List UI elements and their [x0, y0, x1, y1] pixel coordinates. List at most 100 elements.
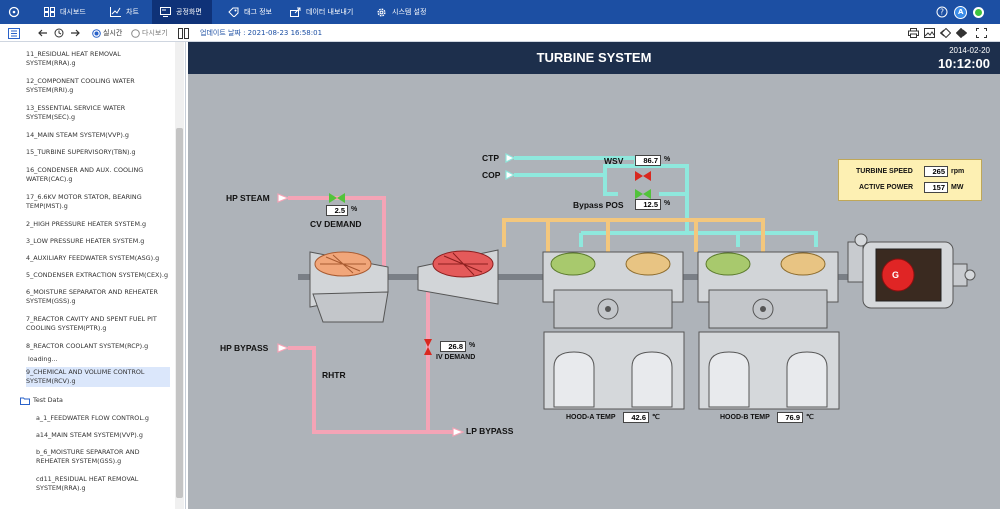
hp-steam-arrow-icon [277, 193, 290, 203]
tree-item[interactable]: 11_RESIDUAL HEAT REMOVAL SYSTEM(RRA).g [26, 50, 170, 68]
cv-valve-icon [329, 193, 345, 203]
hood-b-unit: ℃ [806, 414, 814, 421]
tree-item[interactable]: 3_LOW PRESSURE HEATER SYSTEM.g [26, 237, 170, 246]
tree-item[interactable]: 13_ESSENTIAL SERVICE WATER SYSTEM(SEC).g [26, 104, 170, 122]
bypass-pos-label: Bypass POS [573, 200, 624, 210]
tree-item[interactable]: 2_HIGH PRESSURE HEATER SYSTEM.g [26, 220, 170, 229]
tree-item[interactable]: a_1_FEEDWATER FLOW CONTROL.g [36, 414, 170, 423]
tree-item[interactable]: 12_COMPONENT COOLING WATER SYSTEM(RRI).g [26, 77, 170, 95]
turbine-speed-label: TURBINE SPEED [856, 168, 913, 175]
rhtr-label: RHTR [322, 370, 346, 380]
tree-item[interactable]: 15_TURBINE SUPERVISORY(TBN).g [26, 148, 170, 157]
hp-turbine [309, 251, 389, 323]
tag-icon [228, 7, 239, 17]
fullscreen-icon[interactable] [976, 24, 987, 42]
user-initial: A [958, 8, 964, 16]
ctp-arrow-icon [505, 153, 516, 163]
lp-turbine-b [697, 251, 840, 410]
nav-tag-info-label: 태그 정보 [244, 8, 272, 16]
hp-bypass-label: HP BYPASS [220, 343, 269, 353]
hp-bypass-arrow-icon [277, 343, 290, 353]
cop-arrow-icon [505, 170, 516, 180]
nav-chart[interactable]: 차트 [110, 0, 139, 24]
bypass-pos-unit: % [664, 200, 671, 207]
tree-item[interactable]: 17_6.6KV MOTOR STATOR, BEARING TEMP(MST)… [26, 193, 170, 211]
history-icon[interactable] [54, 24, 64, 42]
hood-a-label: HOOD-A TEMP [566, 414, 616, 421]
nav-data-export[interactable]: 데이터 내보내기 [290, 0, 353, 24]
generator-label: G [892, 270, 900, 280]
sidebar-scrollbar-thumb[interactable] [176, 128, 183, 498]
tree-item[interactable]: a14_MAIN STEAM SYSTEM(VVP).g [36, 431, 170, 440]
replay-label: 다시보기 [142, 29, 168, 37]
status-indicator-icon [972, 0, 990, 24]
realtime-radio[interactable]: 실시간 [92, 24, 122, 42]
turbine-status-panel [838, 159, 982, 201]
split-view-icon[interactable] [178, 24, 189, 42]
cv-demand-label: CV DEMAND [310, 219, 362, 229]
active-power-unit: MW [951, 184, 964, 191]
lp-turbine-a [542, 251, 685, 410]
generator [847, 233, 976, 309]
screen-icon [160, 7, 171, 17]
export-icon [290, 7, 301, 17]
cv-demand-unit: % [351, 206, 358, 213]
tree-item[interactable]: 14_MAIN STEAM SYSTEM(VVP).g [26, 131, 170, 140]
wsv-label: WSV [604, 156, 624, 166]
forward-arrow-icon[interactable] [70, 24, 80, 42]
nav-data-export-label: 데이터 내보내기 [306, 8, 354, 16]
folder-icon [20, 397, 30, 405]
iv-demand-label: IV DEMAND [436, 354, 476, 361]
nav-system-settings[interactable]: 시스템 설정 [376, 0, 426, 24]
extraction-pipes [502, 218, 765, 252]
image-icon[interactable] [924, 24, 935, 42]
iv-valve-icon [424, 339, 432, 355]
bypass-pos-value: 12.5 [635, 199, 661, 210]
wsv-value: 86.7 [635, 155, 661, 166]
nav-process-screen[interactable]: 공정화면 [152, 0, 212, 24]
tree-item[interactable]: 6_MOISTURE SEPARATOR AND REHEATER SYSTEM… [26, 288, 170, 306]
tree-folder-test-data[interactable]: Test Data [20, 396, 164, 405]
folder-label: Test Data [33, 396, 63, 404]
nav-dashboard-label: 대시보드 [60, 8, 86, 16]
nav-dashboard[interactable]: 대시보드 [44, 0, 86, 24]
lp-bypass-arrow-icon [452, 427, 465, 437]
hood-b-label: HOOD-B TEMP [720, 414, 770, 421]
svg-text:?: ? [940, 8, 944, 17]
hood-a-unit: ℃ [652, 414, 660, 421]
tree-item[interactable]: 7_REACTOR CAVITY AND SPENT FUEL PIT COOL… [26, 315, 170, 333]
back-arrow-icon[interactable] [38, 24, 48, 42]
tree-item[interactable]: cd11_RESIDUAL HEAT REMOVAL SYSTEM(RRA).g [36, 475, 170, 493]
loading-indicator: loading... [28, 355, 58, 363]
update-time: 업데이트 날짜 : 2021-08-23 16:58:01 [200, 29, 323, 37]
tree-item[interactable]: b_6_MOISTURE SEPARATOR AND REHEATER SYST… [36, 448, 170, 466]
tree-item[interactable]: 4_AUXILIARY FEEDWATER SYSTEM(ASG).g [26, 254, 170, 263]
file-tree-sidebar: 11_RESIDUAL HEAT REMOVAL SYSTEM(RRA).g 1… [0, 42, 186, 509]
layers-back-icon[interactable] [940, 24, 951, 42]
tree-item[interactable]: 8_REACTOR COOLANT SYSTEM(RCP).g [26, 342, 170, 351]
grid-icon [44, 7, 55, 17]
iv-demand-value: 26.8 [440, 341, 466, 352]
layers-forward-icon[interactable] [956, 24, 967, 42]
process-diagram: TURBINE SYSTEM 2014-02-20 10:12:00 CTP C… [188, 42, 1000, 509]
replay-radio[interactable]: 다시보기 [131, 24, 168, 42]
nav-tag-info[interactable]: 태그 정보 [228, 0, 272, 24]
ctp-label: CTP [482, 153, 499, 163]
iv-demand-unit: % [469, 342, 476, 349]
help-icon[interactable]: ? [936, 0, 953, 24]
turbine-speed-value: 265 [924, 166, 948, 177]
cop-label: COP [482, 170, 501, 180]
chart-icon [110, 7, 121, 17]
toolbar: 실시간 다시보기 업데이트 날짜 : 2021-08-23 16:58:01 [0, 24, 1000, 42]
tree-toggle-icon[interactable] [8, 24, 20, 42]
print-icon[interactable] [908, 24, 919, 42]
nav-process-screen-label: 공정화면 [176, 8, 202, 16]
cv-demand-value: 2.5 [326, 205, 348, 216]
wsv-valve-icon [635, 171, 651, 181]
app-logo-icon[interactable] [8, 0, 25, 24]
tree-item[interactable]: 16_CONDENSER AND AUX. COOLING WATER(CAC)… [26, 166, 170, 184]
tree-item[interactable]: 5_CONDENSER EXTRACTION SYSTEM(CEX).g [26, 271, 170, 280]
hp-steam-label: HP STEAM [226, 193, 270, 203]
nav-system-settings-label: 시스템 설정 [392, 8, 427, 16]
tree-item-selected[interactable]: 9_CHEMICAL AND VOLUME CONTROL SYSTEM(RCV… [26, 367, 170, 387]
